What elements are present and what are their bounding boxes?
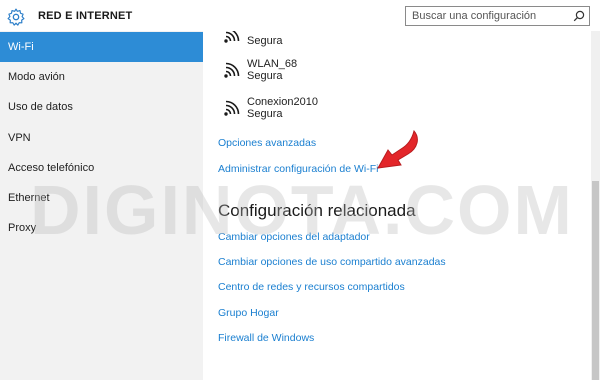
advanced-options-link[interactable]: Opciones avanzadas (218, 137, 316, 149)
network-item[interactable]: Segura (217, 31, 417, 53)
network-status: Segura (247, 108, 283, 120)
manage-wifi-settings-link[interactable]: Administrar configuración de Wi-Fi (218, 163, 378, 175)
network-item[interactable]: Conexion2010 Segura (217, 96, 417, 126)
network-name: WLAN_68 (247, 58, 298, 70)
sidebar-item-ethernet[interactable]: Ethernet (0, 183, 203, 213)
adapter-options-link[interactable]: Cambiar opciones del adaptador (218, 231, 370, 243)
sidebar-item-vpn[interactable]: VPN (0, 123, 203, 153)
wifi-signal-icon (224, 31, 240, 43)
search-box[interactable] (405, 6, 590, 26)
sidebar: Wi-Fi Modo avión Uso de datos VPN Acceso… (0, 31, 203, 380)
wifi-signal-icon (224, 62, 240, 78)
header-bar: RED E INTERNET (0, 0, 600, 34)
scrollbar-thumb[interactable] (592, 181, 599, 380)
related-settings-heading: Configuración relacionada (218, 201, 416, 220)
sidebar-item-proxy[interactable]: Proxy (0, 213, 203, 243)
homegroup-link[interactable]: Grupo Hogar (218, 307, 279, 319)
scrollbar[interactable] (591, 31, 600, 380)
annotation-arrow-icon (377, 129, 418, 169)
wifi-signal-icon (224, 100, 240, 116)
search-input[interactable] (406, 7, 572, 25)
advanced-sharing-link[interactable]: Cambiar opciones de uso compartido avanz… (218, 256, 446, 268)
network-status: Segura (247, 35, 283, 47)
windows-firewall-link[interactable]: Firewall de Windows (218, 332, 314, 344)
network-sharing-center-link[interactable]: Centro de redes y recursos compartidos (218, 281, 405, 293)
sidebar-item-data-usage[interactable]: Uso de datos (0, 92, 203, 122)
network-item[interactable]: WLAN_68 Segura (217, 58, 417, 88)
main-content: Segura WLAN_68 Segura Conexion2010 Segur… (203, 31, 600, 380)
network-status: Segura (247, 70, 283, 82)
page-title: RED E INTERNET (38, 10, 133, 22)
sidebar-item-wifi[interactable]: Wi-Fi (0, 32, 203, 62)
sidebar-item-dial-up[interactable]: Acceso telefónico (0, 153, 203, 183)
network-name: Conexion2010 (247, 96, 318, 108)
search-icon[interactable] (573, 10, 585, 22)
sidebar-item-airplane-mode[interactable]: Modo avión (0, 62, 203, 92)
gear-icon[interactable] (6, 7, 26, 27)
